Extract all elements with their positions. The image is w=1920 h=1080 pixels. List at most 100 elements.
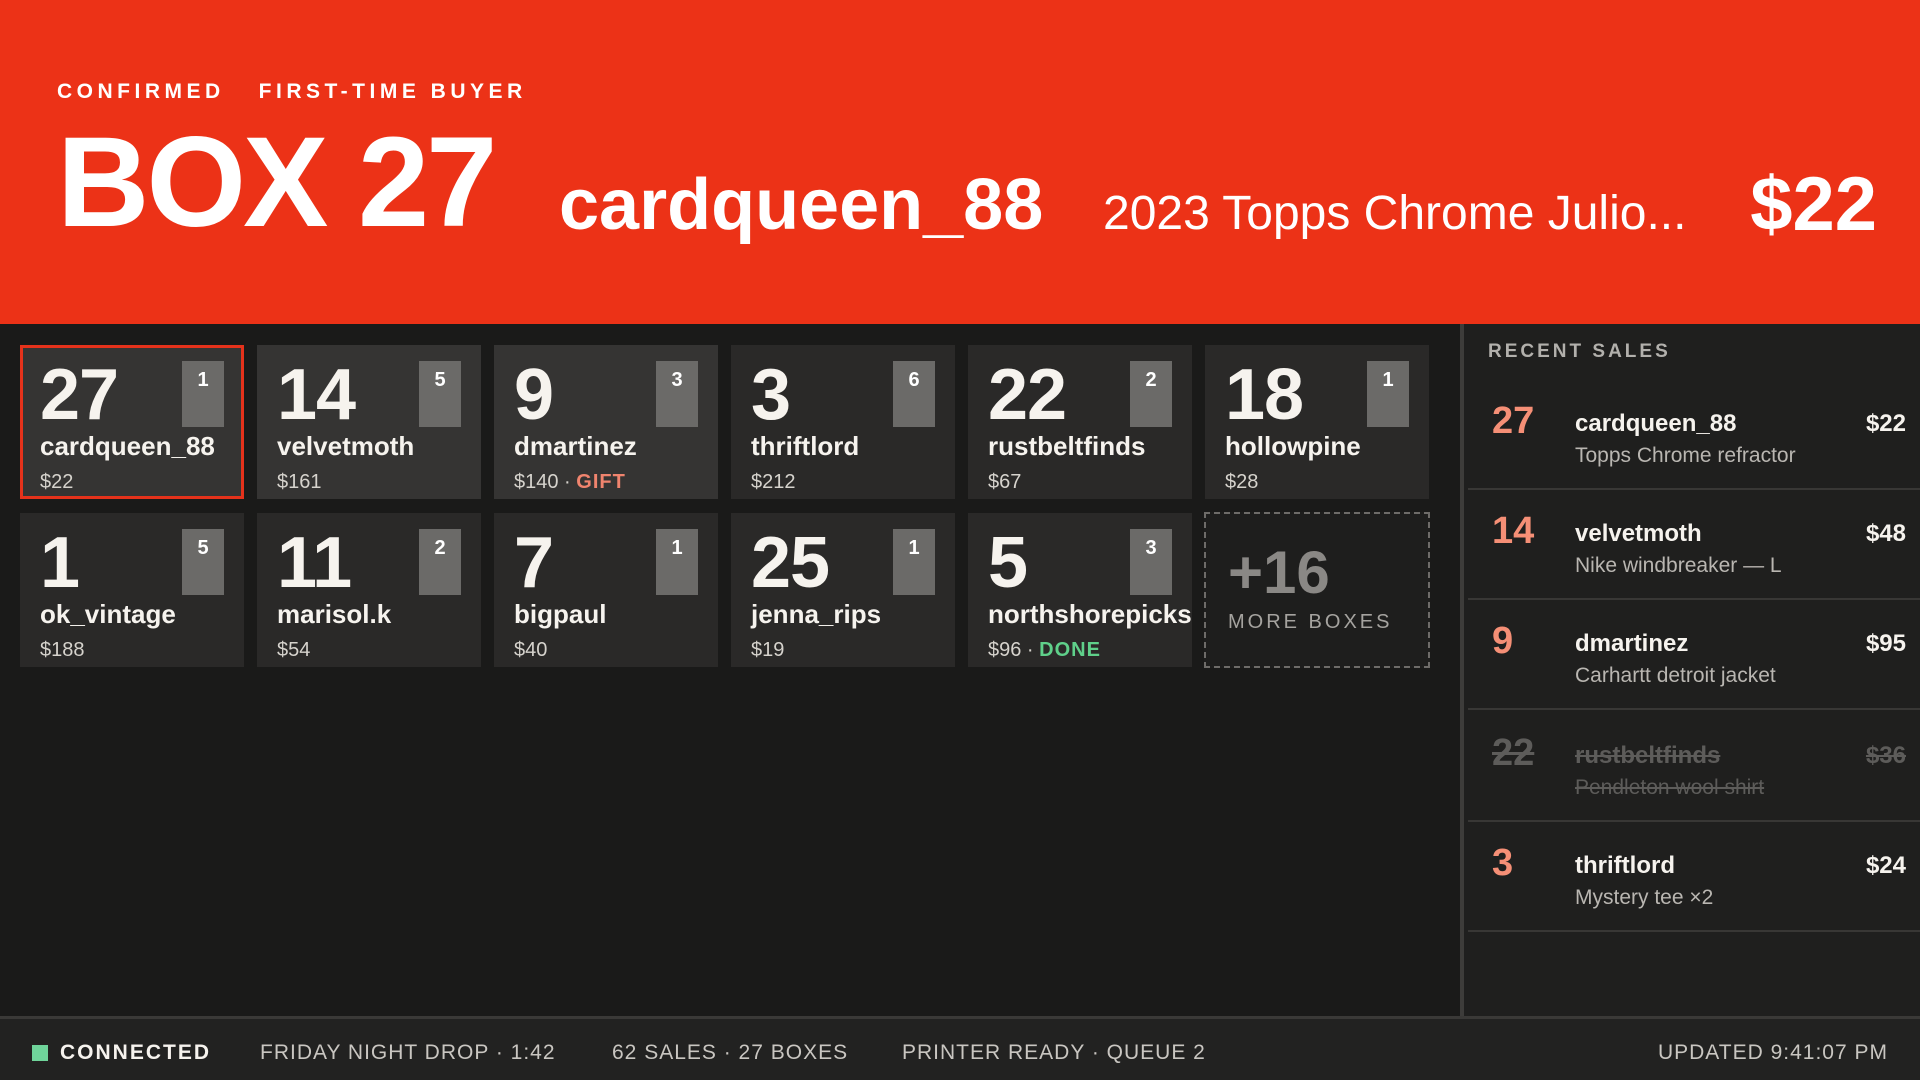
last-updated: UPDATED 9:41:07 PM bbox=[1657, 1041, 1888, 1064]
box-total-value: $54 bbox=[277, 639, 311, 661]
item-count-badge: 5 bbox=[419, 361, 461, 427]
gift-label: GIFT bbox=[576, 471, 626, 493]
box-number: 27 bbox=[40, 355, 119, 435]
box-total: $188 bbox=[40, 639, 85, 662]
current-sale-banner: CONFIRMED FIRST-TIME BUYER BOX 27 cardqu… bbox=[0, 0, 1920, 324]
box-card[interactable]: 25 1 jenna_rips $19 bbox=[731, 513, 955, 667]
item-count-badge: 5 bbox=[182, 529, 224, 595]
sale-buyer-name: cardqueen_88 bbox=[1575, 410, 1737, 437]
recent-sale-item-voided[interactable]: 22 rustbeltfinds Pendleton wool shirt $3… bbox=[1468, 710, 1920, 822]
box-card[interactable]: 14 5 velvetmoth $161 bbox=[257, 345, 481, 499]
sale-buyer-name: rustbeltfinds bbox=[1575, 742, 1721, 769]
recent-sale-item[interactable]: 27 cardqueen_88 Topps Chrome refractor $… bbox=[1468, 380, 1920, 490]
box-total-value: $188 bbox=[40, 639, 85, 661]
box-number: 3 bbox=[751, 355, 791, 435]
status-bar: CONNECTED FRIDAY NIGHT DROP · 1:42 62 SA… bbox=[0, 1016, 1920, 1080]
box-card[interactable]: 22 2 rustbeltfinds $67 bbox=[968, 345, 1192, 499]
box-card[interactable]: 1 5 ok_vintage $188 bbox=[20, 513, 244, 667]
box-number: 5 bbox=[988, 523, 1028, 603]
sale-price: $24 bbox=[1865, 852, 1906, 879]
box-total: $140 · GIFT bbox=[514, 471, 626, 494]
sale-tags: CONFIRMED FIRST-TIME BUYER bbox=[57, 80, 527, 104]
recent-sales-title: RECENT SALES bbox=[1488, 341, 1671, 362]
sale-box-number: 9 bbox=[1492, 620, 1514, 662]
box-total-value: $40 bbox=[514, 639, 548, 661]
item-count-badge: 1 bbox=[893, 529, 935, 595]
box-buyer-name: velvetmoth bbox=[277, 431, 415, 461]
box-total: $54 bbox=[277, 639, 310, 662]
box-buyer-name: dmartinez bbox=[514, 431, 637, 461]
item-count-badge: 1 bbox=[1367, 361, 1409, 427]
box-number: 1 bbox=[40, 523, 80, 603]
box-number: 22 bbox=[988, 355, 1067, 435]
box-buyer-name: thriftlord bbox=[751, 431, 860, 461]
sale-price: $22 bbox=[1750, 162, 1877, 247]
box-card[interactable]: 3 6 thriftlord $212 bbox=[731, 345, 955, 499]
box-total-value: $19 bbox=[751, 639, 785, 661]
sale-item-description: Pendleton wool shirt bbox=[1575, 776, 1765, 799]
printer-status: PRINTER READY · QUEUE 2 bbox=[902, 1041, 1206, 1064]
status-tag: CONFIRMED bbox=[57, 80, 225, 103]
box-card[interactable]: 9 3 dmartinez $140 · GIFT bbox=[494, 345, 718, 499]
box-total: $161 bbox=[277, 471, 322, 494]
item-count-badge: 1 bbox=[656, 529, 698, 595]
done-label: DONE bbox=[1039, 639, 1101, 661]
sale-item-description: Nike windbreaker — L bbox=[1575, 554, 1782, 577]
recent-sale-item[interactable]: 9 dmartinez Carhartt detroit jacket $95 bbox=[1468, 600, 1920, 710]
box-total: $40 bbox=[514, 639, 547, 662]
box-buyer-name: northshorepicks bbox=[988, 599, 1192, 629]
box-card[interactable]: 5 3 northshorepicks $96 · DONE bbox=[968, 513, 1192, 667]
buyer-name: cardqueen_88 bbox=[559, 165, 1044, 245]
box-card[interactable]: 7 1 bigpaul $40 bbox=[494, 513, 718, 667]
box-total: $19 bbox=[751, 639, 784, 662]
box-buyer-name: cardqueen_88 bbox=[40, 431, 215, 461]
sale-item-description: Carhartt detroit jacket bbox=[1575, 664, 1776, 687]
item-count-badge: 3 bbox=[656, 361, 698, 427]
box-number: 11 bbox=[277, 523, 352, 603]
sale-item-description: Mystery tee ×2 bbox=[1575, 886, 1714, 909]
item-count-badge: 6 bbox=[893, 361, 935, 427]
box-total-value: $67 bbox=[988, 471, 1022, 493]
recent-sale-item[interactable]: 3 thriftlord Mystery tee ×2 $24 bbox=[1468, 822, 1920, 932]
box-buyer-name: marisol.k bbox=[277, 599, 392, 629]
buyer-type-tag: FIRST-TIME BUYER bbox=[258, 80, 527, 103]
connection-status-icon bbox=[32, 1045, 48, 1061]
recent-sale-item[interactable]: 14 velvetmoth Nike windbreaker — L $48 bbox=[1468, 490, 1920, 600]
box-total: $22 bbox=[40, 471, 73, 494]
sale-price: $48 bbox=[1865, 520, 1906, 547]
sale-box-number: 27 bbox=[1492, 400, 1535, 442]
sale-price: $95 bbox=[1865, 630, 1906, 657]
sales-stats: 62 SALES · 27 BOXES bbox=[612, 1041, 849, 1064]
box-total-value: $212 bbox=[751, 471, 796, 493]
sale-box-number: 14 bbox=[1492, 510, 1535, 552]
more-boxes-label: MORE BOXES bbox=[1228, 611, 1393, 633]
item-count-badge: 2 bbox=[419, 529, 461, 595]
more-boxes-count: +16 bbox=[1228, 539, 1330, 606]
item-title: 2023 Topps Chrome Julio... bbox=[1103, 187, 1687, 240]
box-total: $212 bbox=[751, 471, 796, 494]
box-number: 18 bbox=[1225, 355, 1304, 435]
item-count-badge: 2 bbox=[1130, 361, 1172, 427]
sale-box-number: 22 bbox=[1492, 732, 1535, 774]
box-buyer-name: hollowpine bbox=[1225, 431, 1361, 461]
box-card[interactable]: 18 1 hollowpine $28 bbox=[1205, 345, 1429, 499]
box-buyer-name: jenna_rips bbox=[751, 599, 882, 629]
sale-price: $22 bbox=[1865, 410, 1906, 437]
box-number: 25 bbox=[751, 523, 830, 603]
show-info: FRIDAY NIGHT DROP · 1:42 bbox=[260, 1041, 556, 1064]
box-number: 14 bbox=[277, 355, 356, 435]
item-count-badge: 1 bbox=[182, 361, 224, 427]
item-count-badge: 3 bbox=[1130, 529, 1172, 595]
box-total-value: $96 · bbox=[988, 639, 1040, 661]
box-card[interactable]: 27 1 cardqueen_88 $22 bbox=[20, 345, 244, 499]
box-total: $96 · DONE bbox=[988, 639, 1101, 662]
sale-price: $36 bbox=[1865, 742, 1906, 769]
sale-item-description: Topps Chrome refractor bbox=[1575, 444, 1796, 467]
box-total-value: $28 bbox=[1225, 471, 1259, 493]
box-total-value: $22 bbox=[40, 471, 74, 493]
sale-buyer-name: dmartinez bbox=[1575, 630, 1689, 657]
more-boxes-button[interactable]: +16 MORE BOXES bbox=[1204, 512, 1430, 668]
box-buyer-name: ok_vintage bbox=[40, 599, 176, 629]
box-buyer-name: bigpaul bbox=[514, 599, 607, 629]
box-card[interactable]: 11 2 marisol.k $54 bbox=[257, 513, 481, 667]
